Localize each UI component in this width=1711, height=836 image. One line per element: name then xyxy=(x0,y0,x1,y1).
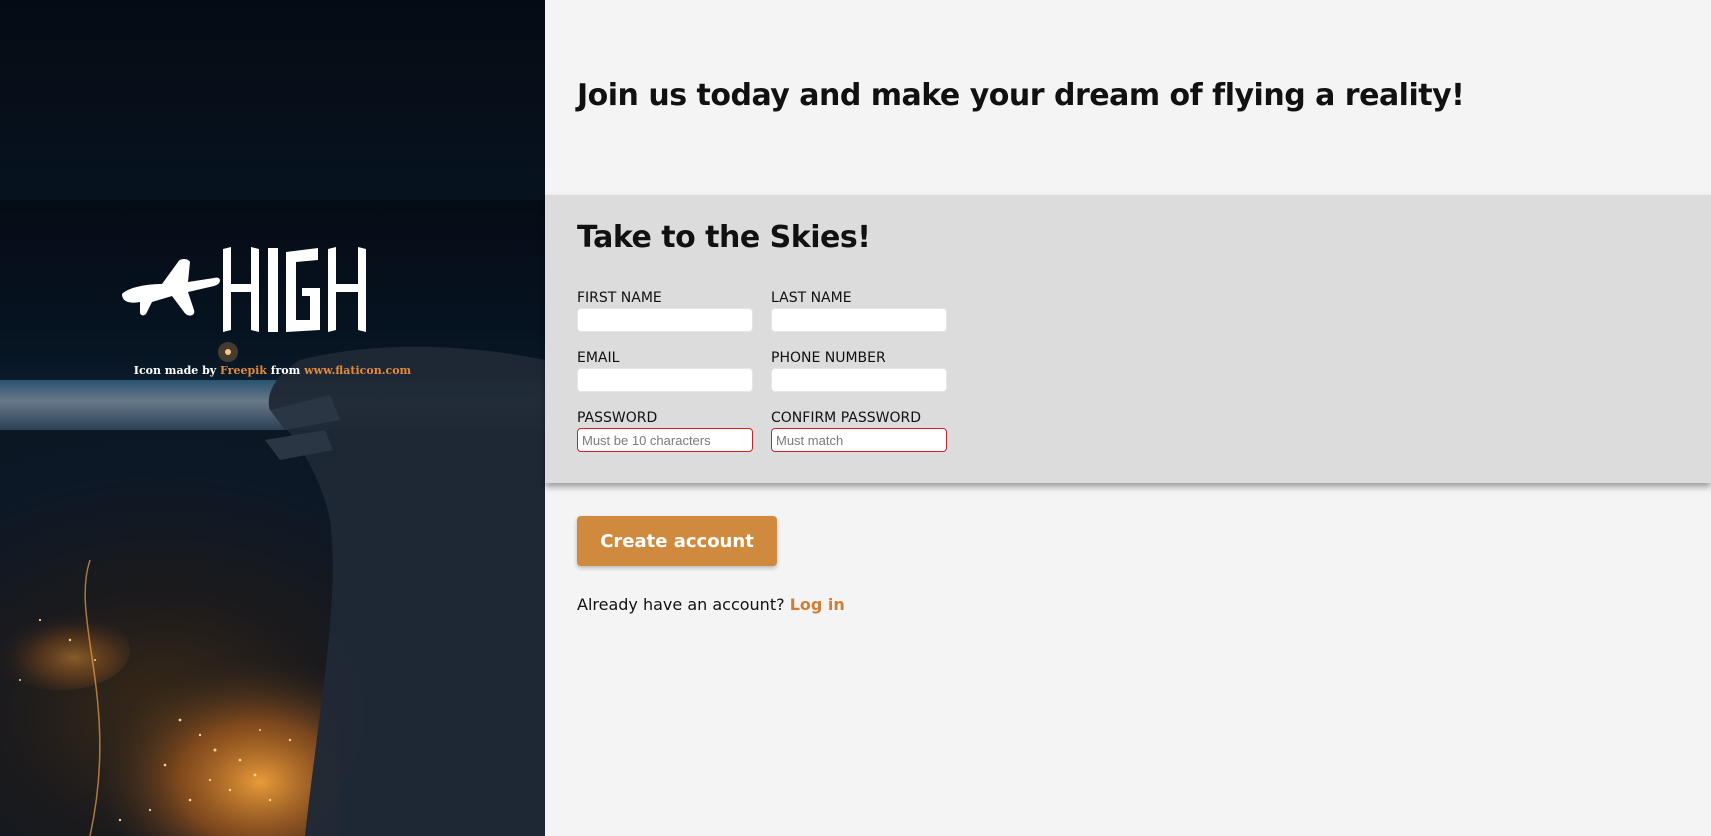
icon-attribution: Icon made by Freepik from www.flaticon.c… xyxy=(0,364,545,377)
first-name-input[interactable] xyxy=(577,308,753,332)
email-label: Email xyxy=(577,350,620,366)
form-title: Take to the Skies! xyxy=(577,220,871,255)
create-account-button[interactable]: Create account xyxy=(577,516,777,566)
last-name-label: Last Name xyxy=(771,290,852,306)
confirm-password-input[interactable] xyxy=(771,428,947,452)
first-name-label: First Name xyxy=(577,290,662,306)
email-field: Email xyxy=(577,349,753,392)
password-input[interactable] xyxy=(577,428,753,452)
page-headline: Join us today and make your dream of fly… xyxy=(577,78,1465,113)
flaticon-link[interactable]: www.flaticon.com xyxy=(304,364,411,377)
last-name-field: Last Name xyxy=(771,289,947,332)
attribution-middle: from xyxy=(270,364,301,377)
attribution-prefix: Icon made by xyxy=(133,364,217,377)
phone-number-input[interactable] xyxy=(771,368,947,392)
signup-form-panel: Take to the Skies! First Name Last Name … xyxy=(545,195,1711,483)
email-input[interactable] xyxy=(577,368,753,392)
phone-number-field: Phone Number xyxy=(771,349,947,392)
main-content: Join us today and make your dream of fly… xyxy=(545,0,1711,836)
confirm-password-field: Confirm Password xyxy=(771,409,947,452)
login-prompt: Already have an account? Log in xyxy=(577,595,845,614)
airplane-wing-image xyxy=(218,342,545,836)
page: Icon made by Freepik from www.flaticon.c… xyxy=(0,0,1711,836)
freepik-link[interactable]: Freepik xyxy=(220,364,267,377)
first-name-field: First Name xyxy=(577,289,753,332)
phone-number-label: Phone Number xyxy=(771,350,886,366)
log-in-link[interactable]: Log in xyxy=(790,595,845,614)
hero-panel: Icon made by Freepik from www.flaticon.c… xyxy=(0,0,545,836)
login-prompt-text: Already have an account? xyxy=(577,595,785,614)
confirm-password-label: Confirm Password xyxy=(771,410,921,426)
password-label: Password xyxy=(577,410,658,426)
airplane-icon xyxy=(122,247,366,332)
password-field: Password xyxy=(577,409,753,452)
last-name-input[interactable] xyxy=(771,308,947,332)
